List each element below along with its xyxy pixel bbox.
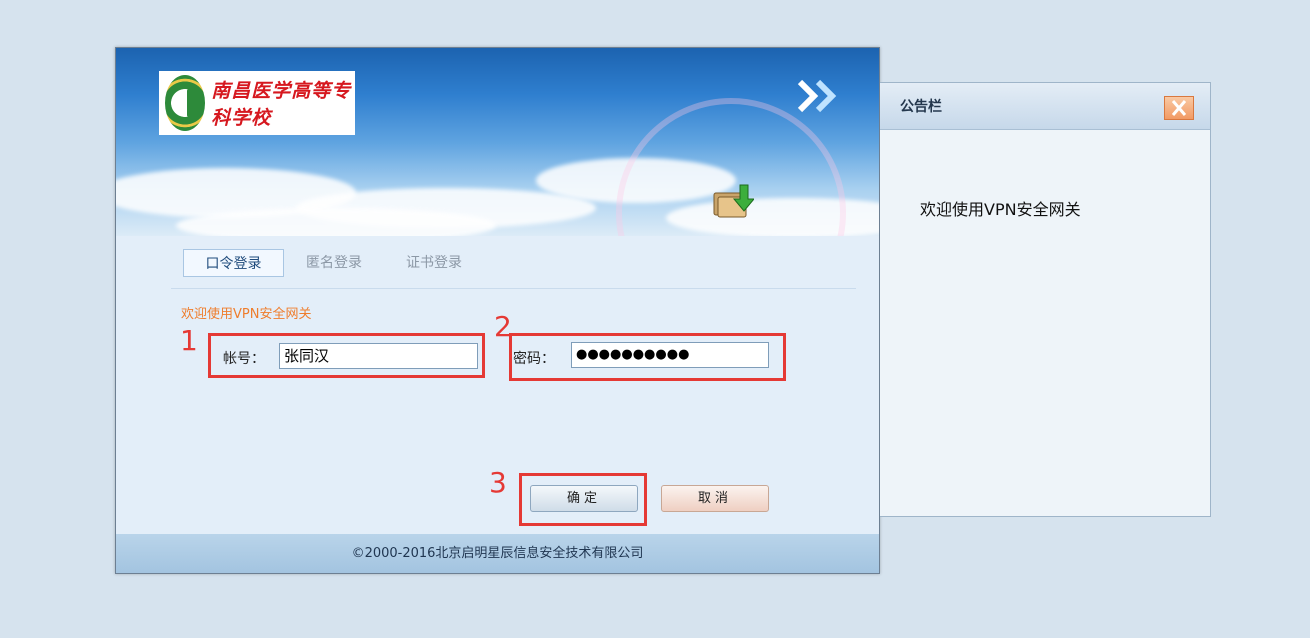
welcome-message: 欢迎使用VPN安全网关 bbox=[181, 307, 312, 322]
cancel-button[interactable]: 取消 bbox=[661, 485, 769, 512]
annotation-box-password bbox=[509, 333, 786, 381]
school-seal-icon bbox=[165, 75, 206, 131]
header-banner: 南昌医学高等专科学校 bbox=[116, 48, 879, 236]
notice-message: 欢迎使用VPN安全网关 bbox=[920, 200, 1081, 219]
tab-certificate-login[interactable]: 证书登录 bbox=[392, 249, 476, 277]
tab-anonymous-login[interactable]: 匿名登录 bbox=[292, 249, 376, 277]
double-chevron-icon bbox=[797, 79, 837, 113]
annotation-box-ok bbox=[519, 473, 647, 526]
download-folder-icon bbox=[713, 184, 754, 218]
annotation-box-account bbox=[208, 333, 485, 378]
notice-header: 公告栏 bbox=[880, 83, 1210, 130]
school-logo: 南昌医学高等专科学校 bbox=[159, 71, 355, 135]
close-button[interactable] bbox=[1164, 96, 1194, 120]
notice-panel: 公告栏 欢迎使用VPN安全网关 bbox=[880, 82, 1211, 517]
login-tabs: 口令登录 匿名登录 证书登录 bbox=[116, 236, 879, 288]
annotation-number-3: 3 bbox=[489, 466, 507, 499]
tab-password-login[interactable]: 口令登录 bbox=[183, 249, 284, 277]
tab-divider bbox=[171, 288, 856, 289]
school-name: 南昌医学高等专科学校 bbox=[211, 80, 352, 129]
copyright-footer: ©2000-2016北京启明星辰信息安全技术有限公司 bbox=[116, 534, 879, 573]
close-icon bbox=[1171, 100, 1187, 116]
annotation-number-1: 1 bbox=[180, 324, 198, 357]
notice-title: 公告栏 bbox=[900, 99, 942, 115]
